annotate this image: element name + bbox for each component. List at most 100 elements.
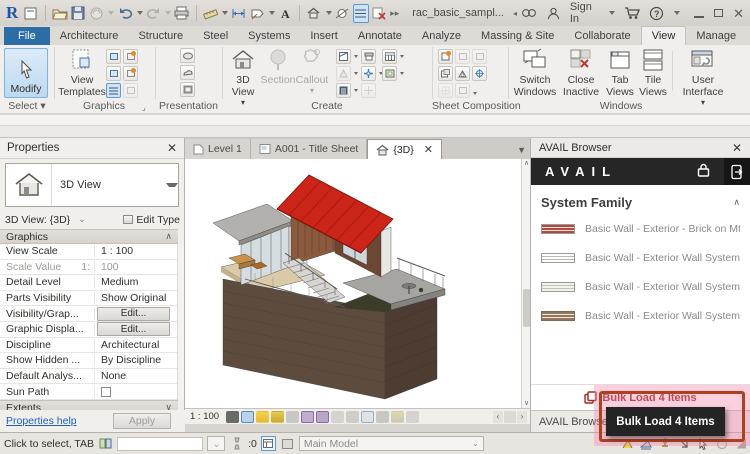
properties-help-link[interactable]: Properties help bbox=[6, 415, 77, 427]
worksets-icon[interactable] bbox=[229, 436, 244, 451]
show-crop-region-icon[interactable] bbox=[316, 411, 329, 423]
default-3d-view-icon[interactable] bbox=[306, 4, 321, 23]
filter-icon[interactable] bbox=[715, 436, 730, 451]
reveal-constraints-icon[interactable] bbox=[406, 411, 419, 423]
view-scale-control[interactable]: 1 : 100 bbox=[190, 411, 219, 422]
detail-level-icon[interactable] bbox=[226, 411, 239, 423]
help-dropdown-icon[interactable] bbox=[674, 11, 680, 15]
reveal-hidden-elements-icon[interactable] bbox=[346, 411, 359, 423]
property-row[interactable]: Visibility/Grap...Edit... bbox=[0, 306, 178, 322]
render-icon[interactable] bbox=[180, 48, 195, 63]
avail-close-icon[interactable]: ✕ bbox=[732, 141, 742, 155]
scroll-up-icon[interactable]: ∧ bbox=[523, 159, 530, 168]
worksharing-display-icon[interactable] bbox=[261, 436, 276, 451]
tag-by-category-icon[interactable] bbox=[249, 4, 264, 23]
modify-button[interactable]: Modify bbox=[4, 48, 48, 98]
tab-annotate[interactable]: Annotate bbox=[348, 27, 412, 45]
graphics-section-header[interactable]: Graphics∧ bbox=[0, 229, 178, 244]
app-store-cart-icon[interactable] bbox=[623, 4, 640, 23]
user-interface-button[interactable]: User Interface ▾ bbox=[678, 47, 728, 107]
filter-graphics-icon[interactable] bbox=[123, 49, 138, 64]
drag-selection-icon[interactable] bbox=[696, 436, 711, 451]
canvas-vertical-scrollbar[interactable]: ∧ ∨ bbox=[521, 159, 530, 408]
edit-type-button[interactable]: Edit Type bbox=[123, 214, 180, 226]
tab-file[interactable]: File bbox=[4, 27, 50, 45]
sun-path-checkbox[interactable] bbox=[101, 387, 111, 397]
lock-icon[interactable] bbox=[697, 163, 710, 180]
properties-close-icon[interactable]: ✕ bbox=[167, 141, 177, 155]
property-row[interactable]: Default Analys...None bbox=[0, 369, 178, 385]
design-options-combo[interactable]: Main Model ⌄ bbox=[299, 436, 484, 451]
wall-type-item[interactable]: Basic Wall - Exterior Wall System 40" ba… bbox=[531, 243, 750, 272]
analytical-model-icon[interactable] bbox=[376, 411, 389, 423]
select-pinned-icon[interactable] bbox=[658, 436, 673, 451]
edit-button[interactable]: Edit... bbox=[97, 307, 170, 321]
tab-insert[interactable]: Insert bbox=[300, 27, 348, 45]
property-row[interactable]: Parts VisibilityShow Original bbox=[0, 291, 178, 307]
temporary-view-properties-icon[interactable] bbox=[361, 411, 374, 423]
save-icon[interactable] bbox=[71, 4, 86, 23]
qat-customize-icon[interactable]: ▸▸ bbox=[390, 8, 399, 19]
undo-icon[interactable] bbox=[117, 4, 132, 23]
tab-collaborate[interactable]: Collaborate bbox=[564, 27, 640, 45]
property-row[interactable]: Sun Path bbox=[0, 384, 178, 400]
view-tab-list-icon[interactable]: ▼ bbox=[517, 145, 526, 159]
close-hidden-windows-icon[interactable] bbox=[372, 4, 387, 23]
aligned-dimension-icon[interactable] bbox=[231, 4, 246, 23]
sign-in-button[interactable]: Sign In bbox=[570, 1, 600, 25]
graphics-panel-label[interactable]: Graphics bbox=[54, 100, 154, 114]
view-templates-button[interactable]: View Templates bbox=[58, 47, 106, 98]
view-tab-3d[interactable]: {3D} ✕ bbox=[367, 139, 442, 159]
scroll-left-icon[interactable]: ‹ bbox=[493, 411, 503, 423]
revit-logo-icon[interactable]: R bbox=[4, 3, 20, 23]
scope-box-icon[interactable] bbox=[382, 66, 397, 81]
duplicate-view-icon[interactable] bbox=[361, 66, 376, 81]
scroll-right-icon[interactable]: › bbox=[517, 411, 527, 423]
plan-views-icon[interactable] bbox=[336, 49, 351, 64]
instance-dropdown-icon[interactable]: ⌄ bbox=[78, 214, 86, 225]
property-row[interactable]: Show Hidden ...By Discipline bbox=[0, 353, 178, 369]
visual-style-icon[interactable] bbox=[241, 411, 254, 423]
file-menu-icon[interactable] bbox=[23, 4, 38, 23]
instance-selector[interactable]: 3D View: {3D} bbox=[5, 214, 70, 226]
shadows-icon[interactable] bbox=[271, 411, 284, 423]
sign-out-icon[interactable] bbox=[724, 158, 750, 185]
help-icon[interactable]: ? bbox=[648, 4, 665, 23]
view-tab-level1[interactable]: Level 1 bbox=[185, 139, 251, 159]
thin-lines-icon[interactable] bbox=[353, 4, 369, 23]
new-sheet-icon[interactable] bbox=[438, 49, 453, 64]
guide-grid-icon[interactable] bbox=[472, 66, 487, 81]
create-panel-label[interactable]: Create bbox=[222, 100, 432, 114]
tab-structure[interactable]: Structure bbox=[128, 27, 193, 45]
legends-icon[interactable] bbox=[336, 83, 351, 98]
3d-view-button[interactable]: 3D View ▾ bbox=[226, 47, 260, 107]
tile-views-button[interactable]: Tile Views bbox=[638, 47, 668, 98]
edit-button[interactable]: Edit... bbox=[97, 322, 170, 336]
show-hidden-lines-icon[interactable] bbox=[106, 66, 121, 81]
wall-type-item[interactable]: Basic Wall - Exterior - Brick on Mtl. St… bbox=[531, 214, 750, 243]
drafting-view-icon[interactable] bbox=[361, 49, 376, 64]
print-icon[interactable] bbox=[174, 4, 189, 23]
graphics-expander-icon[interactable]: ⌟ bbox=[142, 103, 146, 112]
presentation-panel-label[interactable]: Presentation bbox=[155, 100, 222, 114]
section-icon[interactable] bbox=[335, 4, 350, 23]
render-in-cloud-icon[interactable] bbox=[180, 65, 195, 80]
sheet-composition-panel-label[interactable]: Sheet Composition bbox=[432, 100, 508, 114]
resize-grip[interactable] bbox=[736, 439, 746, 449]
select-by-face-icon[interactable] bbox=[677, 436, 692, 451]
view-tab-close-icon[interactable]: ✕ bbox=[424, 143, 433, 156]
tab-add-ins[interactable]: Add-Ins bbox=[746, 27, 750, 45]
close-button[interactable]: ✕ bbox=[733, 7, 744, 20]
measure-icon[interactable] bbox=[203, 4, 218, 23]
render-gallery-icon[interactable] bbox=[180, 82, 195, 97]
collapse-section-icon[interactable]: ∧ bbox=[733, 197, 740, 208]
view-tab-title-sheet[interactable]: A001 - Title Sheet bbox=[251, 139, 367, 159]
wall-type-item[interactable]: Basic Wall - Exterior Wall System 40" sq… bbox=[531, 272, 750, 301]
select-panel-label[interactable]: Select ▾ bbox=[0, 100, 54, 114]
text-icon[interactable]: A bbox=[278, 4, 293, 23]
search-icon[interactable] bbox=[520, 4, 537, 23]
tab-views-button[interactable]: Tab Views bbox=[604, 47, 636, 98]
title-arrows-icon[interactable]: ◂ bbox=[513, 9, 517, 18]
property-row[interactable]: Detail LevelMedium bbox=[0, 275, 178, 291]
properties-scrollbar[interactable] bbox=[177, 244, 184, 400]
